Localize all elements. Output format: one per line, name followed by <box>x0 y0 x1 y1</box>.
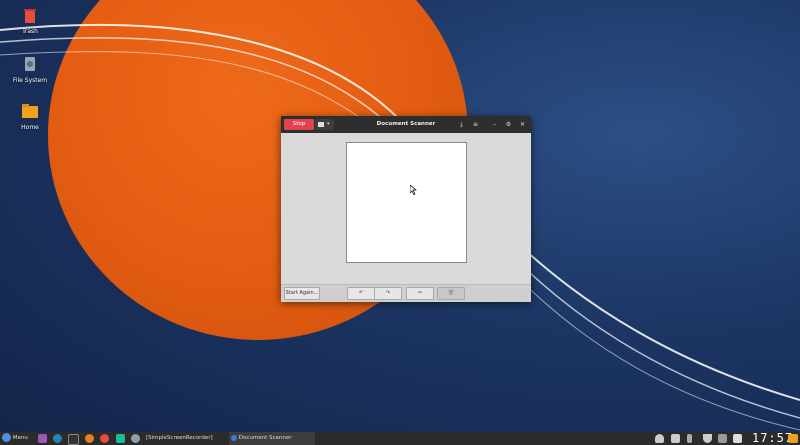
document-type-icon <box>318 122 324 127</box>
folder-icon[interactable] <box>788 434 798 443</box>
task-label: [SimpleScreenRecorder] <box>146 435 213 441</box>
desktop-icon-label: Trash <box>22 28 38 35</box>
mouse-cursor-icon <box>410 185 417 195</box>
browser-icon[interactable] <box>53 434 62 443</box>
clock[interactable]: 17:57 <box>752 432 793 445</box>
stop-button[interactable]: Stop <box>284 119 314 130</box>
start-again-button[interactable]: Start Again... <box>284 287 320 300</box>
rotate-left-button[interactable]: ↶ <box>347 287 375 300</box>
scan-type-button[interactable]: ▾ <box>315 119 334 130</box>
terminal-icon[interactable] <box>68 434 79 445</box>
scanner-toolbar: Start Again... ↶ ↷ ✂ 🗑 <box>281 284 531 302</box>
task-document-scanner[interactable]: Document Scanner <box>229 432 315 445</box>
menu-icon[interactable]: ≡ <box>471 119 480 130</box>
save-icon[interactable]: ⤓ <box>457 119 466 130</box>
menu-button[interactable]: Menu <box>2 432 32 445</box>
menu-label: Menu <box>12 435 28 441</box>
camera-icon[interactable] <box>671 434 680 443</box>
trash-icon: 🗑 <box>447 290 455 296</box>
rotate-right-icon: ↷ <box>385 290 391 296</box>
app-menu-icon <box>2 433 11 442</box>
trash-icon <box>24 9 36 23</box>
task-simplescreenrecorder[interactable]: [SimpleScreenRecorder] <box>146 432 226 445</box>
crop-button[interactable]: ✂ <box>406 287 434 300</box>
taskbar: Menu [SimpleScreenRecorder] Document Sca… <box>0 432 800 445</box>
delete-page-button[interactable]: 🗑 <box>437 287 465 300</box>
rotate-left-icon: ↶ <box>358 290 364 296</box>
desktop-icon-label: File System <box>12 77 48 84</box>
battery-icon[interactable] <box>718 434 727 443</box>
bluetooth-icon[interactable] <box>687 434 692 443</box>
desktop-icon-label: Home <box>21 124 39 131</box>
app-icon[interactable] <box>100 434 109 443</box>
document-scanner-window: Stop ▾ Document Scanner ⤓ ≡ – ⚙ ✕ Start … <box>281 116 531 302</box>
app-icon[interactable] <box>116 434 125 443</box>
crop-icon: ✂ <box>417 290 423 296</box>
volume-icon[interactable] <box>733 434 742 443</box>
launcher-icon[interactable] <box>38 434 47 443</box>
notification-icon[interactable] <box>655 434 664 443</box>
rotate-right-button[interactable]: ↷ <box>374 287 402 300</box>
desktop-icon-home[interactable]: Home <box>0 102 60 131</box>
chevron-down-icon: ▾ <box>327 121 330 127</box>
minimize-icon[interactable]: – <box>490 119 499 130</box>
scanned-page-preview[interactable] <box>346 142 467 263</box>
scanner-icon <box>231 434 237 441</box>
window-title: Document Scanner <box>376 121 436 127</box>
desktop-icon-trash[interactable]: Trash <box>0 6 60 35</box>
home-folder-icon <box>22 104 38 118</box>
close-icon[interactable]: ✕ <box>518 119 527 130</box>
app-icon[interactable] <box>85 434 94 443</box>
desktop-icon-file-system[interactable]: File System <box>0 55 60 84</box>
drive-icon <box>25 57 35 71</box>
maximize-icon[interactable]: ⚙ <box>504 119 513 130</box>
task-label: Document Scanner <box>238 435 292 441</box>
network-icon[interactable] <box>703 434 712 443</box>
screen-recorder-icon[interactable] <box>131 434 140 443</box>
title-bar: Stop ▾ Document Scanner ⤓ ≡ – ⚙ ✕ <box>281 116 531 133</box>
